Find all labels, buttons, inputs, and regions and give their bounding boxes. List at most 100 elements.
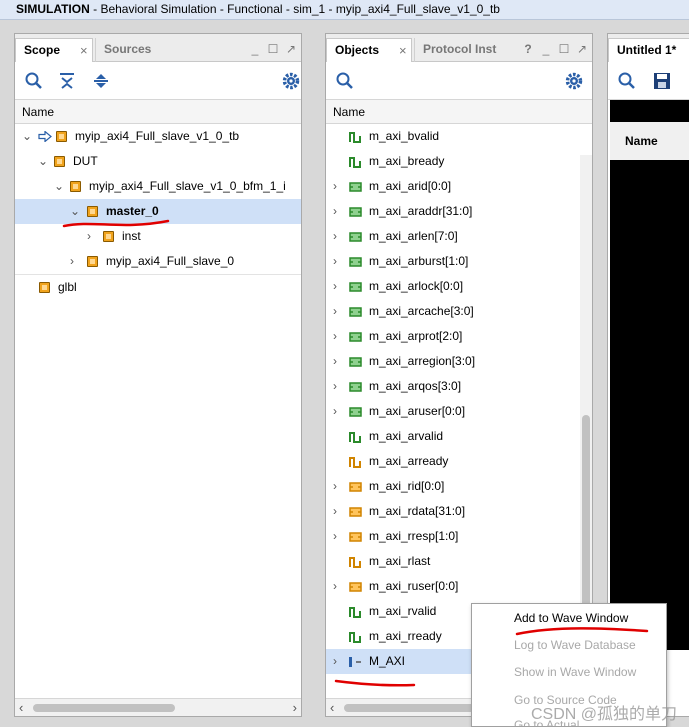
bus-icon: [349, 532, 362, 542]
tree-item-glbl[interactable]: glbl: [15, 274, 301, 299]
object-row[interactable]: m_axi_arready: [326, 449, 592, 474]
bus-icon: [349, 307, 362, 317]
objects-column-header[interactable]: Name: [326, 100, 592, 124]
menu-item-show-in-wave-window[interactable]: Show in Wave Window: [514, 659, 636, 685]
chevron-right-icon[interactable]: ›: [333, 649, 343, 674]
object-row[interactable]: › m_axi_arprot[2:0]: [326, 324, 592, 349]
search-icon[interactable]: [617, 71, 637, 91]
interface-icon: [349, 657, 361, 667]
float-icon[interactable]: ↗: [285, 42, 297, 56]
scope-column-header[interactable]: Name: [15, 100, 301, 124]
scope-window-buttons: _ ☐ ↗: [249, 42, 297, 56]
bus-icon: [349, 232, 362, 242]
object-row[interactable]: › m_axi_arqos[3:0]: [326, 374, 592, 399]
object-row[interactable]: › m_axi_arburst[1:0]: [326, 249, 592, 274]
tree-item-dut[interactable]: ⌄ DUT: [15, 149, 301, 174]
chevron-right-icon[interactable]: ›: [333, 349, 343, 374]
chevron-left-icon[interactable]: ‹: [19, 700, 23, 715]
tree-item-bfm[interactable]: ⌄ myip_axi4_Full_slave_v1_0_bfm_1_i: [15, 174, 301, 199]
signal-icon: [349, 457, 361, 468]
object-row[interactable]: › m_axi_rresp[1:0]: [326, 524, 592, 549]
object-name: m_axi_arvalid: [369, 429, 444, 443]
chevron-right-icon[interactable]: ›: [333, 274, 343, 299]
tree-item-tb[interactable]: ⌄ myip_axi4_Full_slave_v1_0_tb: [15, 124, 301, 149]
chevron-right-icon[interactable]: ›: [333, 299, 343, 324]
chevron-right-icon[interactable]: ›: [333, 574, 343, 599]
chevron-right-icon[interactable]: ›: [70, 249, 80, 274]
chip-icon: [39, 282, 50, 293]
tab-sources[interactable]: Sources: [95, 38, 165, 62]
object-name: m_axi_rvalid: [369, 604, 437, 618]
object-name: m_axi_bready: [369, 154, 445, 168]
object-row[interactable]: › m_axi_arcache[3:0]: [326, 299, 592, 324]
object-name: m_axi_arid[0:0]: [369, 179, 452, 193]
chevron-left-icon[interactable]: ‹: [330, 700, 334, 715]
chevron-down-icon[interactable]: ⌄: [22, 124, 32, 149]
object-row[interactable]: › m_axi_rdata[31:0]: [326, 499, 592, 524]
object-row[interactable]: › m_axi_rid[0:0]: [326, 474, 592, 499]
minimize-icon[interactable]: _: [540, 42, 552, 56]
chevron-right-icon[interactable]: ›: [333, 474, 343, 499]
tab-scope[interactable]: Scope ×: [15, 38, 93, 62]
annotation-underline: [62, 219, 170, 228]
object-row[interactable]: › m_axi_arlen[7:0]: [326, 224, 592, 249]
chip-icon: [56, 131, 67, 142]
wave-name-column-header[interactable]: Name: [610, 122, 689, 160]
tab-objects[interactable]: Objects ×: [326, 38, 412, 62]
object-row[interactable]: m_axi_rlast: [326, 549, 592, 574]
chevron-right-icon[interactable]: ›: [333, 174, 343, 199]
gear-icon[interactable]: [564, 71, 584, 91]
chevron-right-icon[interactable]: ›: [333, 249, 343, 274]
scrollbar-thumb[interactable]: [33, 704, 175, 712]
help-icon[interactable]: ?: [522, 42, 534, 56]
object-row[interactable]: › m_axi_araddr[31:0]: [326, 199, 592, 224]
objects-window-buttons: ? _ ☐ ↗: [522, 42, 588, 56]
tree-item-slave[interactable]: › myip_axi4_Full_slave_0: [15, 249, 301, 274]
tab-untitled-1-label: Untitled 1*: [617, 43, 677, 57]
scope-toolbar: [15, 62, 301, 100]
object-row[interactable]: › m_axi_arlock[0:0]: [326, 274, 592, 299]
chevron-right-icon[interactable]: ›: [293, 700, 297, 715]
chevron-right-icon[interactable]: ›: [333, 374, 343, 399]
tab-scope-label: Scope: [24, 43, 61, 57]
tab-untitled-1[interactable]: Untitled 1*: [608, 38, 689, 62]
tab-protocol-inst[interactable]: Protocol Inst: [414, 38, 504, 62]
wave-toolbar: [608, 62, 689, 100]
object-name: m_axi_arregion[3:0]: [369, 354, 476, 368]
search-icon[interactable]: [335, 71, 355, 91]
chevron-right-icon[interactable]: ›: [333, 324, 343, 349]
chevron-down-icon[interactable]: ⌄: [38, 149, 48, 174]
object-row[interactable]: › m_axi_ruser[0:0]: [326, 574, 592, 599]
object-name: m_axi_arcache[3:0]: [369, 304, 474, 318]
wave-canvas[interactable]: [610, 100, 689, 650]
chevron-down-icon[interactable]: ⌄: [54, 174, 64, 199]
chip-icon: [70, 181, 81, 192]
chevron-right-icon[interactable]: ›: [333, 224, 343, 249]
close-icon[interactable]: ×: [80, 40, 88, 62]
tree-item-label: DUT: [73, 154, 98, 168]
close-icon[interactable]: ×: [399, 40, 407, 62]
object-row[interactable]: › m_axi_aruser[0:0]: [326, 399, 592, 424]
object-row[interactable]: m_axi_arvalid: [326, 424, 592, 449]
object-row[interactable]: › m_axi_arregion[3:0]: [326, 349, 592, 374]
collapse-all-icon[interactable]: [57, 71, 77, 91]
save-icon[interactable]: [652, 71, 672, 91]
bus-icon: [349, 282, 362, 292]
objects-toolbar: [326, 62, 592, 100]
maximize-icon[interactable]: ☐: [267, 42, 279, 56]
bus-icon: [349, 257, 362, 267]
object-row[interactable]: m_axi_bready: [326, 149, 592, 174]
scope-horizontal-scrollbar[interactable]: ‹ ›: [15, 698, 301, 716]
chevron-right-icon[interactable]: ›: [333, 199, 343, 224]
search-icon[interactable]: [24, 71, 44, 91]
maximize-icon[interactable]: ☐: [558, 42, 570, 56]
gear-icon[interactable]: [281, 71, 301, 91]
chevron-right-icon[interactable]: ›: [333, 399, 343, 424]
object-row[interactable]: › m_axi_arid[0:0]: [326, 174, 592, 199]
float-icon[interactable]: ↗: [576, 42, 588, 56]
object-row[interactable]: m_axi_bvalid: [326, 124, 592, 149]
chevron-right-icon[interactable]: ›: [333, 499, 343, 524]
minimize-icon[interactable]: _: [249, 42, 261, 56]
chevron-right-icon[interactable]: ›: [333, 524, 343, 549]
expand-all-icon[interactable]: [91, 71, 111, 91]
